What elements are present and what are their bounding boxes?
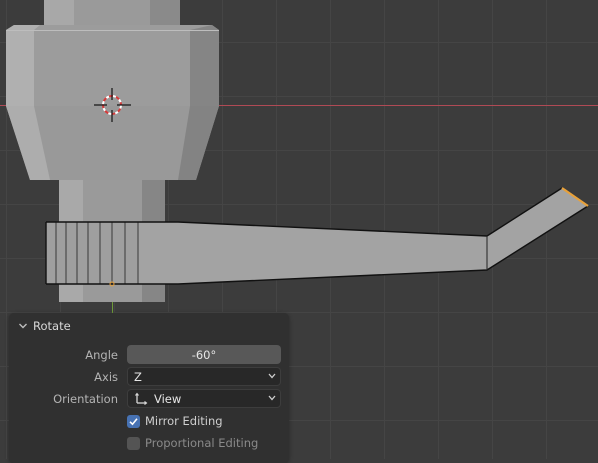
axis-label: Axis [94, 370, 118, 384]
orientation-dropdown[interactable]: View [127, 389, 281, 408]
orientation-label: Orientation [53, 392, 118, 406]
axis-value: Z [134, 369, 142, 384]
mirror-editing-checkbox[interactable]: Mirror Editing [127, 414, 223, 428]
mirror-editing-label: Mirror Editing [145, 414, 223, 428]
checkmark-icon[interactable] [127, 414, 140, 428]
adjust-last-operation-panel[interactable]: Rotate Angle -60° Axis Z Orientation Vie… [9, 313, 289, 463]
chevron-down-icon [268, 395, 276, 401]
angle-field[interactable]: -60° [127, 345, 281, 364]
panel-header[interactable]: Rotate [17, 318, 71, 334]
chevron-down-icon [268, 373, 276, 379]
mesh-collar[interactable] [6, 25, 219, 180]
chevron-down-icon[interactable] [17, 320, 29, 332]
angle-value: -60° [191, 347, 217, 362]
mesh-upper-shaft[interactable] [44, 0, 180, 28]
proportional-editing-label: Proportional Editing [145, 436, 259, 450]
panel-title: Rotate [33, 319, 71, 333]
proportional-editing-checkbox[interactable]: Proportional Editing [127, 436, 258, 450]
orientation-gizmo-icon [135, 392, 148, 405]
checkbox-empty-icon[interactable] [127, 436, 140, 450]
angle-label: Angle [85, 348, 118, 362]
axis-dropdown[interactable]: Z [127, 367, 281, 386]
orientation-value: View [154, 391, 182, 406]
